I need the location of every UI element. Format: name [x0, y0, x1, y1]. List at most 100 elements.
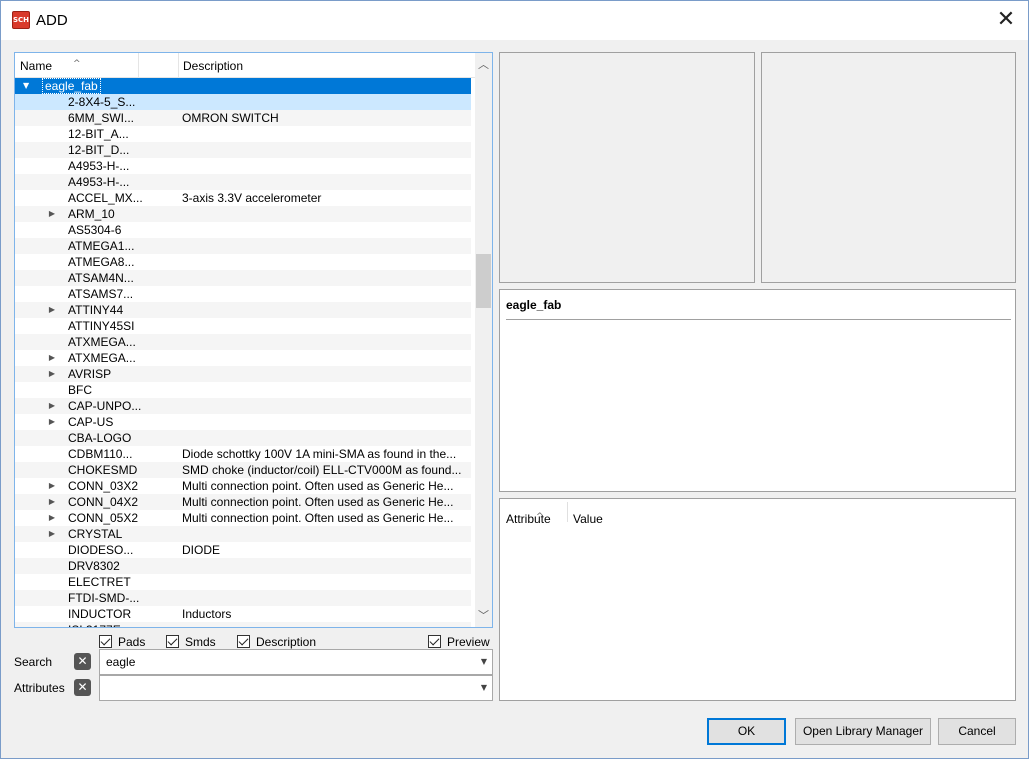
column-separator [567, 502, 568, 522]
library-tree[interactable]: ^ Name Description ▼ eagle_fab 2-8X4-5_S… [14, 52, 493, 628]
tree-row[interactable]: DIODESO... DIODE [15, 542, 471, 558]
tree-row[interactable]: 2-8X4-5_S... [15, 94, 471, 110]
tree-row[interactable]: ATMEGA1... [15, 238, 471, 254]
checkbox-checked-icon[interactable] [99, 635, 112, 648]
tree-row-name: ATTINY44 [68, 303, 124, 317]
tree-row[interactable]: ▶ ISL3177E [15, 622, 471, 627]
tree-row[interactable]: ▶ ARM_10 [15, 206, 471, 222]
expand-icon[interactable]: ▶ [47, 494, 57, 510]
expand-icon[interactable]: ▶ [47, 398, 57, 414]
close-icon[interactable]: ✕ [996, 9, 1016, 31]
tree-row-name: CDBM110... [68, 447, 133, 461]
tree-row-name: 12-BIT_D... [68, 143, 130, 157]
chevron-down-icon[interactable]: ▼ [481, 676, 487, 700]
tree-row[interactable]: ATTINY45SI [15, 318, 471, 334]
expand-icon[interactable]: ▶ [47, 414, 57, 430]
expand-icon[interactable]: ▶ [47, 622, 57, 627]
tree-row[interactable]: ▶ CAP-US [15, 414, 471, 430]
open-library-manager-button[interactable]: Open Library Manager [795, 718, 931, 745]
tree-row[interactable]: ▶ CRYSTAL [15, 526, 471, 542]
tree-row-name: ATSAM4N... [68, 271, 134, 285]
attribute-header-label: Attribute [506, 512, 551, 526]
tree-row[interactable]: ▶ CAP-UNPO... [15, 398, 471, 414]
tree-row[interactable]: ▶ CONN_04X2 Multi connection point. Often … [15, 494, 471, 510]
expand-icon[interactable]: ▶ [47, 366, 57, 382]
column-header-description[interactable]: Description [179, 53, 477, 77]
tree-row[interactable]: A4953-H-... [15, 174, 471, 190]
tree-row-name: ATMEGA1... [68, 239, 135, 253]
tree-row[interactable]: ▶ CONN_05X2 Multi connection point. Often … [15, 510, 471, 526]
tree-row-name: A4953-H-... [68, 175, 130, 189]
tree-row-name: CAP-US [68, 415, 114, 429]
tree-row-description: Multi connection point. Often used as Ge… [182, 511, 454, 525]
tree-row-name: CHOKESMD [68, 463, 138, 477]
tree-row[interactable]: ATSAM4N... [15, 270, 471, 286]
expand-icon[interactable]: ▶ [47, 478, 57, 494]
clear-x-icon[interactable]: ✕ [74, 653, 91, 670]
description-label: Description [256, 635, 317, 649]
tree-row[interactable]: ▶ CONN_03X2 Multi connection point. Often … [15, 478, 471, 494]
tree-row-name: AVRISP [68, 367, 112, 381]
chevron-down-icon[interactable]: ▼ [481, 650, 487, 674]
tree-row[interactable]: 12-BIT_D... [15, 142, 471, 158]
expand-icon[interactable]: ▶ [47, 510, 57, 526]
tree-row[interactable]: 6MM_SWI... OMRON SWITCH [15, 110, 471, 126]
collapse-icon[interactable]: ▼ [23, 78, 29, 94]
tree-row[interactable]: FTDI-SMD-... [15, 590, 471, 606]
tree-root-row[interactable]: ▼ eagle_fab [15, 78, 471, 94]
tree-row-name: ATXMEGA... [68, 351, 136, 365]
tree-row[interactable]: ELECTRET [15, 574, 471, 590]
checkbox-checked-icon[interactable] [166, 635, 179, 648]
column-header-spacer[interactable] [139, 53, 179, 77]
tree-row[interactable]: ATMEGA8... [15, 254, 471, 270]
scrollbar-thumb[interactable] [476, 254, 491, 308]
tree-row[interactable]: 12-BIT_A... [15, 126, 471, 142]
tree-row[interactable]: CHOKESMD SMD choke (inductor/coil) ELL-CT… [15, 462, 471, 478]
tree-row[interactable]: CBA-LOGO [15, 430, 471, 446]
attribute-table: ^ Attribute Value [499, 498, 1016, 701]
value-header-label: Value [573, 512, 603, 526]
tree-row-name: 6MM_SWI... [68, 111, 135, 125]
checkbox-checked-icon[interactable] [237, 635, 250, 648]
expand-icon[interactable]: ▶ [47, 206, 57, 222]
attribute-column-header[interactable]: ^ Attribute [506, 512, 551, 532]
tree-row[interactable]: ATSAMS7... [15, 286, 471, 302]
tree-row-description: Multi connection point. Often used as Ge… [182, 495, 454, 509]
tree-row[interactable]: ▶ ATTINY44 [15, 302, 471, 318]
scroll-up-icon[interactable]: ︿ [475, 56, 492, 73]
search-combobox[interactable]: eagle ▼ [99, 649, 493, 675]
attributes-combobox[interactable]: ▼ [99, 675, 493, 701]
column-header-name[interactable]: ^ Name [15, 53, 139, 77]
tree-row[interactable]: DRV8302 [15, 558, 471, 574]
expand-icon[interactable]: ▶ [47, 526, 57, 542]
tree-row-name: ELECTRET [68, 575, 131, 589]
clear-x-icon[interactable]: ✕ [74, 679, 91, 696]
expand-icon[interactable]: ▶ [47, 302, 57, 318]
tree-row[interactable]: INDUCTOR Inductors [15, 606, 471, 622]
divider [506, 319, 1011, 320]
sort-ascending-icon: ^ [73, 59, 81, 69]
cancel-button[interactable]: Cancel [938, 718, 1016, 745]
tree-row[interactable]: ▶ ATXMEGA... [15, 350, 471, 366]
tree-scrollbar[interactable]: ︿ ﹀ [475, 53, 492, 627]
pads-label: Pads [118, 635, 146, 649]
scroll-down-icon[interactable]: ﹀ [475, 607, 492, 624]
tree-row[interactable]: CDBM110... Diode schottky 100V 1A mini-SM… [15, 446, 471, 462]
expand-icon[interactable]: ▶ [47, 350, 57, 366]
tree-row[interactable]: AS5304-6 [15, 222, 471, 238]
description-title: eagle_fab [506, 298, 562, 312]
tree-row[interactable]: ATXMEGA... [15, 334, 471, 350]
tree-row-name: ATSAMS7... [68, 287, 134, 301]
ok-button[interactable]: OK [707, 718, 786, 745]
tree-row[interactable]: BFC [15, 382, 471, 398]
tree-row[interactable]: A4953-H-... [15, 158, 471, 174]
tree-row[interactable]: ACCEL_MX... 3-axis 3.3V accelerometer [15, 190, 471, 206]
tree-row-name: ACCEL_MX... [68, 191, 143, 205]
tree-row-name: FTDI-SMD-... [68, 591, 140, 605]
search-label: Search [14, 655, 53, 669]
checkbox-checked-icon[interactable] [428, 635, 441, 648]
description-pane: eagle_fab [499, 289, 1016, 492]
tree-row[interactable]: ▶ AVRISP [15, 366, 471, 382]
value-column-header[interactable]: Value [573, 512, 603, 532]
search-input[interactable]: eagle [106, 655, 135, 669]
